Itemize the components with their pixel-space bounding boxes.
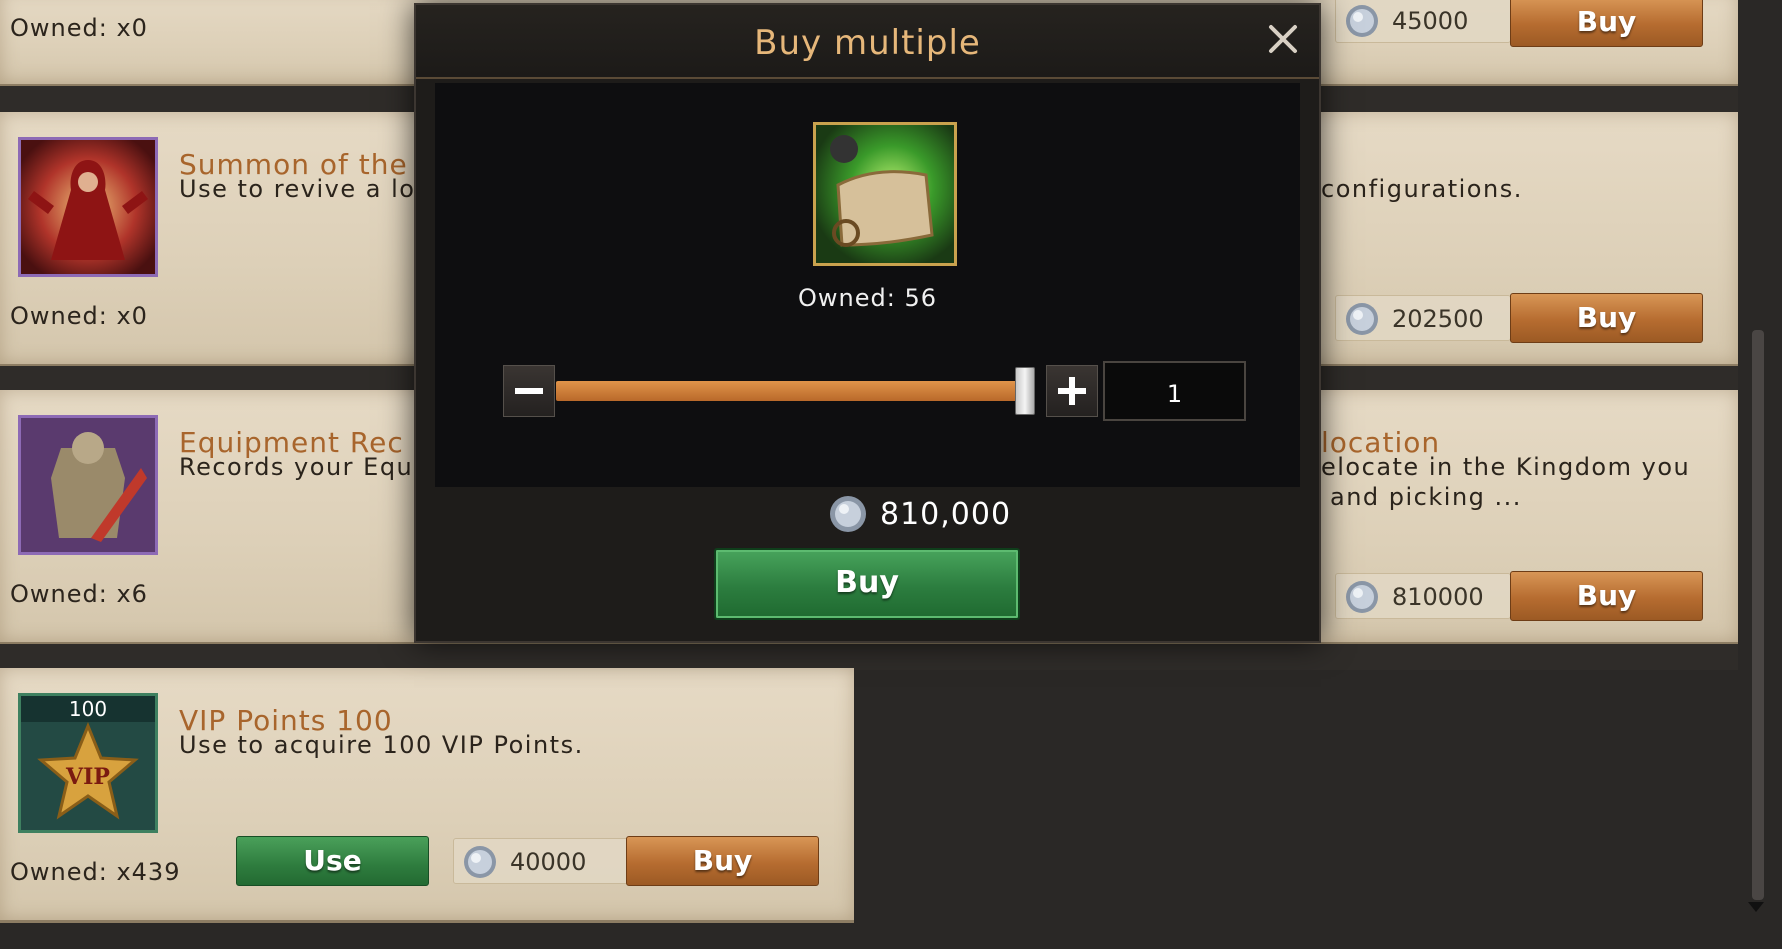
silver-coin-icon [464,846,496,878]
summon-item-image [18,137,158,277]
scrollbar[interactable] [1752,330,1764,900]
quantity-input[interactable]: 1 [1103,361,1246,421]
use-button[interactable]: Use [236,836,429,886]
vip-points-image: 100 VIP [18,693,158,833]
minus-icon [515,388,543,394]
increase-button[interactable] [1046,365,1098,417]
vip-star-label: VIP [66,764,110,790]
decrease-button[interactable] [503,365,555,417]
confirm-buy-button[interactable]: Buy [714,548,1020,620]
total-value: 810,000 [880,497,1012,532]
plus-icon [1058,377,1086,405]
item-description: Records your Equ [179,453,414,481]
silver-coin-icon [1346,5,1378,37]
shop-item-card: 100 VIP VIP Points 100 Use to acquire 10… [0,668,854,923]
silver-coin-icon [1346,303,1378,335]
owned-count: Owned: x0 [10,302,148,330]
scroll-down-arrow-icon[interactable] [1748,902,1764,912]
slider-handle[interactable] [1015,367,1035,415]
price-box: 45000 [1335,0,1511,43]
scroll-item-icon [813,122,957,266]
vip-badge-count: 100 [68,697,108,721]
item-description: Use to acquire 100 VIP Points. [179,731,584,759]
price-value: 202500 [1392,305,1484,333]
buy-button[interactable]: Buy [1510,0,1703,47]
price-value: 40000 [510,848,587,876]
item-description-tail: configurations. [1321,175,1523,203]
item-description: Use to revive a lo [179,175,416,203]
price-box: 810000 [1335,573,1511,619]
silver-coin-icon [1346,581,1378,613]
silver-coin-icon [830,496,866,532]
price-box: 40000 [453,838,629,884]
buy-button[interactable]: Buy [626,836,819,886]
buy-multiple-dialog: Buy multiple Owned: 56 1 810,000 Buy [414,3,1321,643]
buy-button[interactable]: Buy [1510,293,1703,343]
owned-count: Owned: x439 [10,858,181,886]
card-divider [0,644,1738,670]
quantity-slider[interactable] [556,381,1022,401]
price-value: 810000 [1392,583,1484,611]
equipment-record-image [18,415,158,555]
close-icon[interactable] [1261,17,1305,61]
dialog-content: Owned: 56 1 [435,83,1300,487]
owned-count: Owned: x0 [10,14,148,42]
owned-count: Owned: 56 [798,284,937,312]
price-value: 45000 [1392,7,1469,35]
price-box: 202500 [1335,295,1511,341]
buy-button[interactable]: Buy [1510,571,1703,621]
owned-count: Owned: x6 [10,580,148,608]
item-description-tail-line1: elocate in the Kingdom you [1321,453,1691,481]
dialog-header: Buy multiple [416,5,1319,79]
dialog-title: Buy multiple [754,23,981,63]
item-description-tail-line2: and picking ... [1330,483,1522,511]
